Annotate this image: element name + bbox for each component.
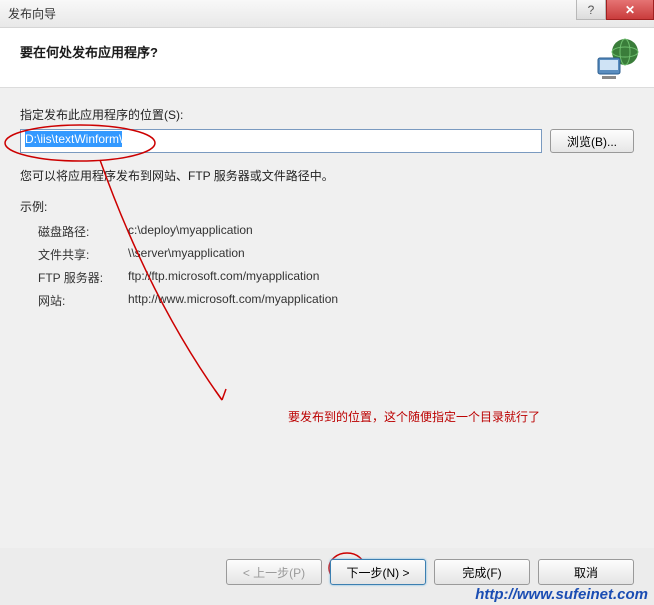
- help-button[interactable]: ?: [576, 0, 606, 20]
- window-title: 发布向导: [8, 5, 56, 22]
- example-key: 网站:: [38, 292, 128, 309]
- watermark: http://www.sufeinet.com: [475, 586, 648, 603]
- example-key: 磁盘路径:: [38, 223, 128, 240]
- example-row: FTP 服务器: ftp://ftp.microsoft.com/myappli…: [20, 269, 634, 286]
- location-input[interactable]: D:\iis\textWinform\: [20, 129, 542, 153]
- example-label: 示例:: [20, 198, 634, 215]
- location-value: D:\iis\textWinform\: [25, 131, 122, 147]
- page-title: 要在何处发布应用程序?: [20, 42, 634, 61]
- window-controls: ? ✕: [576, 0, 654, 27]
- close-icon: ✕: [625, 3, 635, 17]
- example-row: 磁盘路径: c:\deploy\myapplication: [20, 223, 634, 240]
- wizard-header: 要在何处发布应用程序?: [0, 28, 654, 88]
- example-row: 网站: http://www.microsoft.com/myapplicati…: [20, 292, 634, 309]
- close-button[interactable]: ✕: [606, 0, 654, 20]
- path-row: D:\iis\textWinform\ 浏览(B)...: [20, 129, 634, 153]
- wizard-content: 指定发布此应用程序的位置(S): D:\iis\textWinform\ 浏览(…: [0, 88, 654, 548]
- annotation-text: 要发布到的位置，这个随便指定一个目录就行了: [288, 408, 540, 425]
- back-button[interactable]: < 上一步(P): [226, 559, 322, 585]
- example-key: 文件共享:: [38, 246, 128, 263]
- hint-text: 您可以将应用程序发布到网站、FTP 服务器或文件路径中。: [20, 167, 634, 184]
- example-key: FTP 服务器:: [38, 269, 128, 286]
- example-row: 文件共享: \\server\myapplication: [20, 246, 634, 263]
- example-val: ftp://ftp.microsoft.com/myapplication: [128, 269, 319, 286]
- example-val: \\server\myapplication: [128, 246, 245, 263]
- finish-button[interactable]: 完成(F): [434, 559, 530, 585]
- cancel-button[interactable]: 取消: [538, 559, 634, 585]
- example-val: c:\deploy\myapplication: [128, 223, 253, 240]
- publish-icon: [592, 36, 640, 82]
- wizard-footer: < 上一步(P) 下一步(N) > 完成(F) 取消: [226, 559, 634, 585]
- example-val: http://www.microsoft.com/myapplication: [128, 292, 338, 309]
- next-button[interactable]: 下一步(N) >: [330, 559, 426, 585]
- browse-button[interactable]: 浏览(B)...: [550, 129, 634, 153]
- titlebar: 发布向导 ? ✕: [0, 0, 654, 28]
- location-label: 指定发布此应用程序的位置(S):: [20, 106, 634, 123]
